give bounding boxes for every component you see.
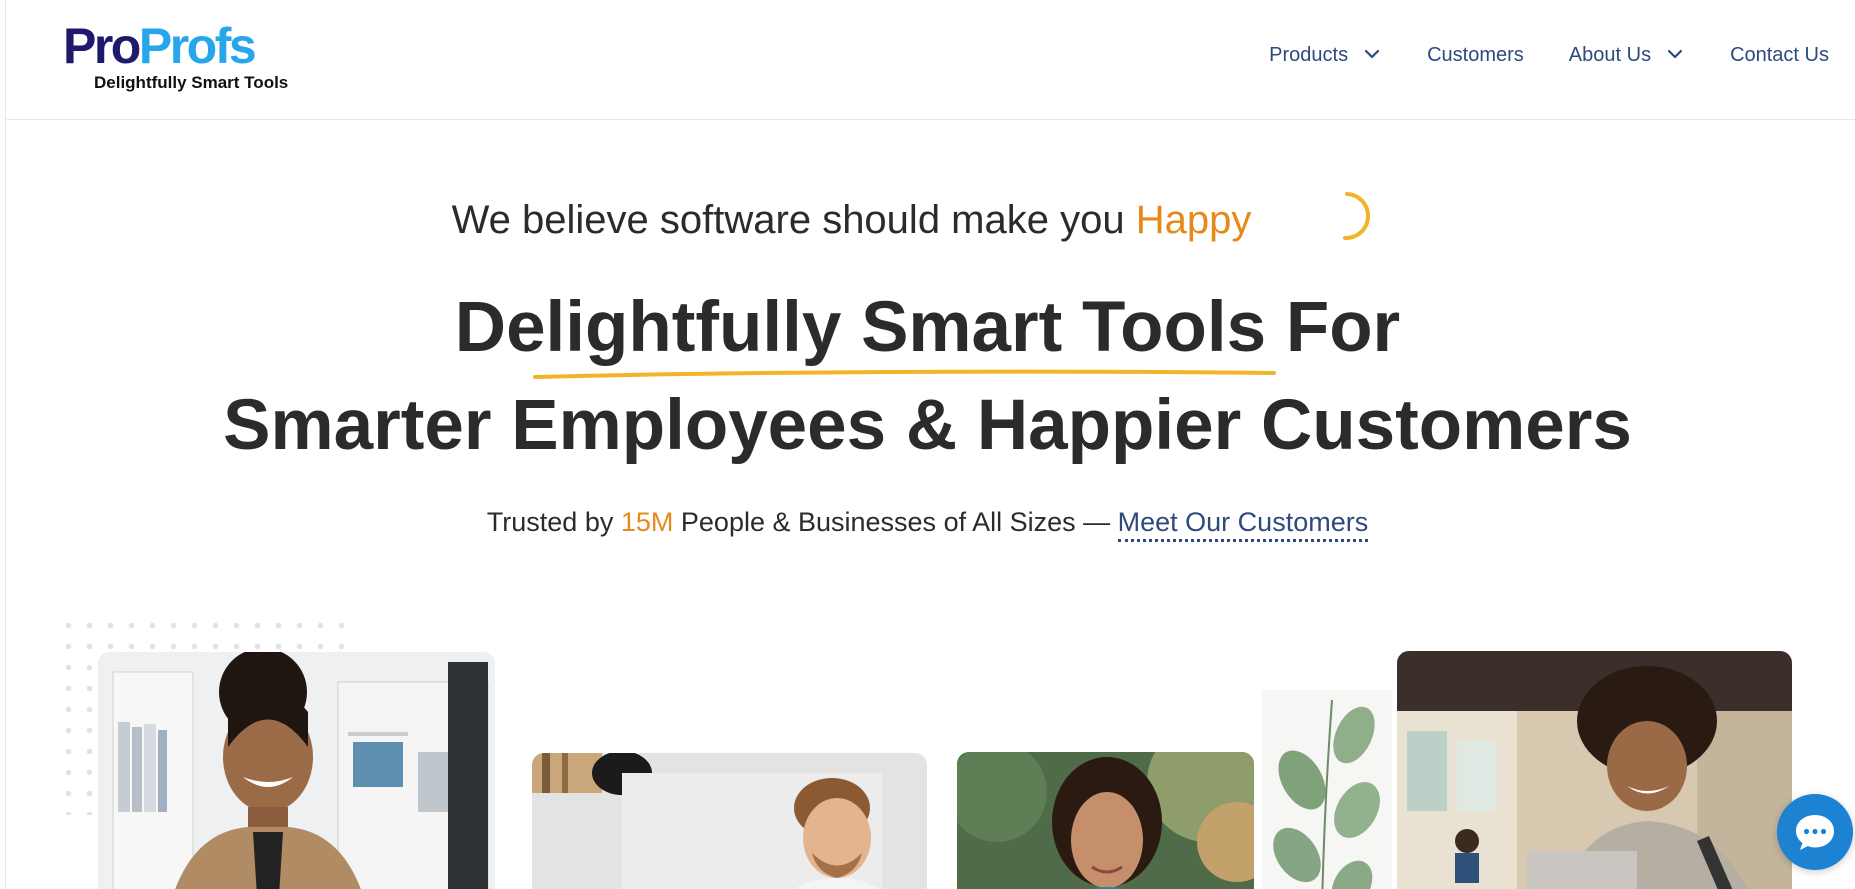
- hero-headline-line2: Smarter Employees & Happier Customers: [223, 386, 1632, 465]
- trusted-suffix: People & Businesses of All Sizes —: [680, 507, 1111, 537]
- chat-button[interactable]: [1777, 794, 1853, 870]
- customer-photo-4: [1397, 651, 1792, 889]
- hero-tagline-text: We believe software should make you: [451, 198, 1125, 242]
- eucalyptus-leaves-decoration: [1262, 690, 1392, 889]
- main-nav: Products Customers About Us Contact Us: [1269, 44, 1829, 67]
- nav-item-label: Products: [1269, 44, 1349, 66]
- logo-tagline: Delightfully Smart Tools: [94, 73, 289, 92]
- hero-tagline: We believe software should make you Happ…: [0, 198, 1855, 243]
- logo-word-profs: Profs: [138, 18, 257, 74]
- headline-underline-decoration: [533, 369, 1276, 379]
- nav-item-customers[interactable]: Customers: [1427, 44, 1524, 67]
- chat-bubble-icon: [1796, 815, 1834, 850]
- site-header: ProProfs Delightfully Smart Tools Produc…: [6, 0, 1855, 120]
- trusted-by-line: Trusted by 15M People & Businesses of Al…: [0, 507, 1855, 542]
- nav-item-products[interactable]: Products: [1269, 44, 1382, 67]
- logo-word-pro: Pro: [63, 18, 141, 74]
- proprofs-logo[interactable]: ProProfs Delightfully Smart Tools: [63, 20, 293, 100]
- trusted-count: 15M: [620, 507, 674, 537]
- customer-photo-2: [532, 753, 927, 889]
- meet-our-customers-link[interactable]: Meet Our Customers: [1117, 507, 1369, 542]
- nav-item-label: Customers: [1427, 44, 1524, 66]
- hero-headline-line1: Delightfully Smart Tools For: [454, 288, 1401, 367]
- trusted-prefix: Trusted by: [486, 507, 614, 537]
- chevron-down-icon: [1665, 44, 1685, 64]
- nav-item-label: About Us: [1568, 44, 1652, 66]
- loading-spinner-icon: [1337, 188, 1385, 244]
- nav-item-contact-us[interactable]: Contact Us: [1730, 44, 1829, 67]
- hero-tagline-highlight: Happy: [1135, 198, 1252, 242]
- nav-item-about-us[interactable]: About Us: [1569, 44, 1685, 67]
- nav-item-label: Contact Us: [1730, 44, 1829, 66]
- logo-wordmark: ProProfs: [63, 18, 257, 74]
- chevron-down-icon: [1362, 44, 1382, 64]
- customer-photo-1: [98, 652, 495, 889]
- customer-photo-3: [957, 752, 1254, 889]
